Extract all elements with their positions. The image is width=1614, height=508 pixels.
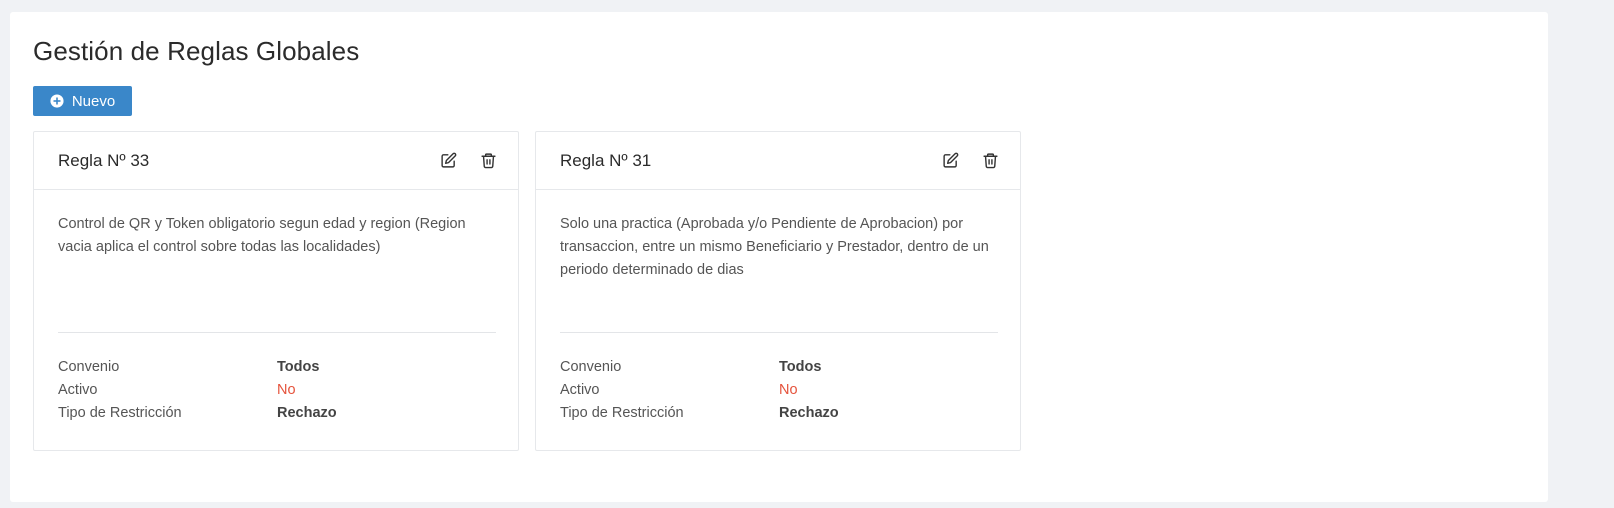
new-rule-button-label: Nuevo — [71, 92, 116, 110]
attribute-value: Todos — [779, 359, 822, 375]
attribute-value: No — [277, 382, 296, 398]
trash-icon[interactable] — [980, 150, 1000, 170]
attribute-label: Convenio — [58, 359, 120, 375]
rule-description: Solo una practica (Aprobada y/o Pendient… — [560, 216, 989, 278]
attribute-row-convenio: Convenio Todos — [560, 359, 1000, 382]
plus-circle-icon — [50, 94, 64, 108]
page-title: Gestión de Reglas Globales — [33, 36, 360, 66]
attribute-label: Activo — [58, 382, 98, 398]
trash-icon[interactable] — [478, 150, 498, 170]
rule-card-header: Regla Nº 31 — [536, 132, 1020, 190]
rule-title: Regla Nº 33 — [58, 151, 150, 170]
edit-icon[interactable] — [438, 150, 458, 170]
attribute-row-tipo-restriccion: Tipo de Restricción Rechazo — [560, 405, 1000, 428]
attribute-label: Activo — [560, 382, 600, 398]
attribute-row-tipo-restriccion: Tipo de Restricción Rechazo — [58, 405, 498, 428]
attribute-row-activo: Activo No — [560, 382, 1000, 405]
attribute-label: Convenio — [560, 359, 622, 375]
attribute-label: Tipo de Restricción — [560, 405, 684, 421]
rule-card: Regla Nº 31 Solo una practica (Aprobada … — [535, 131, 1021, 451]
attribute-value: Rechazo — [277, 405, 337, 421]
attribute-row-activo: Activo No — [58, 382, 498, 405]
rule-title: Regla Nº 31 — [560, 151, 652, 170]
content-panel: Gestión de Reglas Globales Nuevo Regla N… — [10, 12, 1548, 502]
rule-card: Regla Nº 33 Control de QR y Token obliga… — [33, 131, 519, 451]
attribute-value: Rechazo — [779, 405, 839, 421]
attribute-value: No — [779, 382, 798, 398]
rule-description: Control de QR y Token obligatorio segun … — [58, 216, 466, 255]
attribute-value: Todos — [277, 359, 320, 375]
edit-icon[interactable] — [940, 150, 960, 170]
rule-card-header: Regla Nº 33 — [34, 132, 518, 190]
attribute-label: Tipo de Restricción — [58, 405, 182, 421]
divider — [560, 332, 998, 333]
attribute-row-convenio: Convenio Todos — [58, 359, 498, 382]
new-rule-button[interactable]: Nuevo — [33, 86, 132, 116]
divider — [58, 332, 496, 333]
